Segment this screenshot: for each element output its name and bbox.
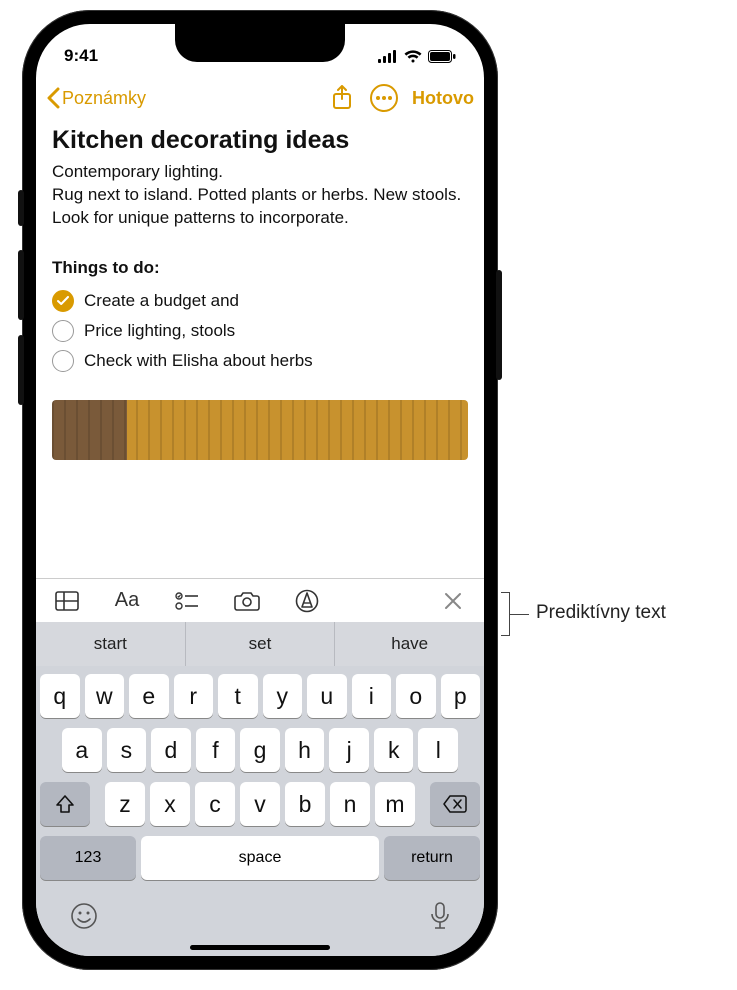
status-time: 9:41 bbox=[64, 46, 98, 66]
key-n[interactable]: n bbox=[330, 782, 370, 826]
key-k[interactable]: k bbox=[374, 728, 414, 772]
checkbox-unchecked-icon[interactable] bbox=[52, 350, 74, 372]
backspace-key[interactable] bbox=[430, 782, 480, 826]
section-heading[interactable]: Things to do: bbox=[52, 258, 468, 278]
share-button[interactable] bbox=[328, 84, 356, 112]
status-icons bbox=[378, 50, 456, 63]
keyboard: q w e r t y u i o p a s d f g h j k l bbox=[36, 666, 484, 956]
camera-button[interactable] bbox=[234, 588, 260, 614]
pencil-circle-icon bbox=[295, 589, 319, 613]
mute-switch bbox=[18, 190, 24, 226]
key-y[interactable]: y bbox=[263, 674, 303, 718]
done-button[interactable]: Hotovo bbox=[412, 88, 474, 109]
checkbox-unchecked-icon[interactable] bbox=[52, 320, 74, 342]
return-key[interactable]: return bbox=[384, 836, 480, 880]
ellipsis-icon bbox=[376, 96, 392, 100]
checkbox-checked-icon[interactable] bbox=[52, 290, 74, 312]
more-button[interactable] bbox=[370, 84, 398, 112]
side-button bbox=[496, 270, 502, 380]
checklist-icon bbox=[175, 591, 199, 611]
key-d[interactable]: d bbox=[151, 728, 191, 772]
key-r[interactable]: r bbox=[174, 674, 214, 718]
key-h[interactable]: h bbox=[285, 728, 325, 772]
share-icon bbox=[332, 85, 352, 111]
format-button[interactable]: Aa bbox=[114, 588, 140, 614]
keyboard-toolbar: Aa bbox=[36, 578, 484, 622]
emoji-icon bbox=[70, 902, 98, 930]
key-b[interactable]: b bbox=[285, 782, 325, 826]
notch bbox=[175, 24, 345, 62]
key-a[interactable]: a bbox=[62, 728, 102, 772]
backspace-icon bbox=[443, 795, 467, 813]
shift-key[interactable] bbox=[40, 782, 90, 826]
key-v[interactable]: v bbox=[240, 782, 280, 826]
predictive-text-row: start set have bbox=[36, 622, 484, 666]
key-i[interactable]: i bbox=[352, 674, 392, 718]
key-z[interactable]: z bbox=[105, 782, 145, 826]
checklist-item[interactable]: Create a budget and bbox=[52, 286, 468, 316]
space-key[interactable]: space bbox=[141, 836, 379, 880]
prediction-suggestion[interactable]: start bbox=[36, 622, 186, 666]
back-label: Poznámky bbox=[62, 88, 146, 109]
key-x[interactable]: x bbox=[150, 782, 190, 826]
markup-button[interactable] bbox=[294, 588, 320, 614]
close-icon bbox=[444, 592, 462, 610]
microphone-icon bbox=[430, 902, 450, 930]
volume-up-button bbox=[18, 250, 24, 320]
checklist-button[interactable] bbox=[174, 588, 200, 614]
key-j[interactable]: j bbox=[329, 728, 369, 772]
callout-line bbox=[509, 614, 529, 615]
key-e[interactable]: e bbox=[129, 674, 169, 718]
key-u[interactable]: u bbox=[307, 674, 347, 718]
key-c[interactable]: c bbox=[195, 782, 235, 826]
checklist-item[interactable]: Check with Elisha about herbs bbox=[52, 346, 468, 376]
cellular-icon bbox=[378, 50, 398, 63]
note-content[interactable]: Kitchen decorating ideas Contemporary li… bbox=[36, 120, 484, 578]
screen: 9:41 Poznámky Hotovo bbox=[36, 24, 484, 956]
camera-icon bbox=[234, 591, 260, 611]
checklist-item-label: Check with Elisha about herbs bbox=[84, 351, 313, 371]
emoji-key[interactable] bbox=[70, 902, 98, 935]
volume-down-button bbox=[18, 335, 24, 405]
key-q[interactable]: q bbox=[40, 674, 80, 718]
table-button[interactable] bbox=[54, 588, 80, 614]
key-s[interactable]: s bbox=[107, 728, 147, 772]
numbers-key[interactable]: 123 bbox=[40, 836, 136, 880]
callout-label: Prediktívny text bbox=[536, 602, 666, 624]
checklist-item-label: Price lighting, stools bbox=[84, 321, 235, 341]
table-icon bbox=[55, 591, 79, 611]
phone-frame: 9:41 Poznámky Hotovo bbox=[22, 10, 498, 970]
key-l[interactable]: l bbox=[418, 728, 458, 772]
back-button[interactable]: Poznámky bbox=[46, 87, 146, 109]
chevron-left-icon bbox=[46, 87, 60, 109]
key-t[interactable]: t bbox=[218, 674, 258, 718]
nav-bar: Poznámky Hotovo bbox=[36, 76, 484, 120]
key-o[interactable]: o bbox=[396, 674, 436, 718]
shift-icon bbox=[55, 794, 75, 814]
key-w[interactable]: w bbox=[85, 674, 125, 718]
prediction-suggestion[interactable]: have bbox=[335, 622, 484, 666]
key-f[interactable]: f bbox=[196, 728, 236, 772]
key-m[interactable]: m bbox=[375, 782, 415, 826]
dictation-key[interactable] bbox=[430, 902, 450, 935]
key-g[interactable]: g bbox=[240, 728, 280, 772]
checklist-item-label: Create a budget and bbox=[84, 291, 239, 311]
checklist: Create a budget and Price lighting, stoo… bbox=[52, 286, 468, 376]
battery-icon bbox=[428, 50, 456, 63]
checklist-item[interactable]: Price lighting, stools bbox=[52, 316, 468, 346]
nav-right-group: Hotovo bbox=[328, 84, 474, 112]
wifi-icon bbox=[404, 50, 422, 63]
home-indicator[interactable] bbox=[190, 945, 330, 950]
aa-icon: Aa bbox=[115, 589, 139, 612]
key-p[interactable]: p bbox=[441, 674, 481, 718]
note-body[interactable]: Contemporary lighting. Rug next to islan… bbox=[52, 161, 468, 230]
note-attached-image[interactable] bbox=[52, 400, 468, 460]
close-toolbar-button[interactable] bbox=[440, 588, 466, 614]
prediction-suggestion[interactable]: set bbox=[186, 622, 336, 666]
note-title[interactable]: Kitchen decorating ideas bbox=[52, 126, 468, 155]
